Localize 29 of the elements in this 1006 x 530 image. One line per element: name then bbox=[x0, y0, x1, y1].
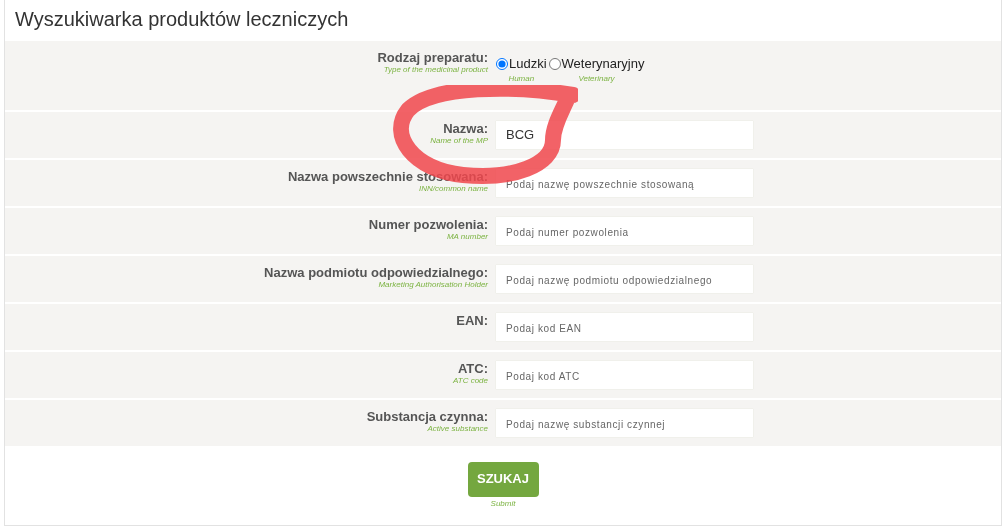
radio-button[interactable] bbox=[496, 57, 508, 70]
field-label: EAN: bbox=[455, 312, 488, 328]
field-hint: Marketing Authorisation Holder bbox=[378, 279, 488, 290]
radio-button[interactable] bbox=[548, 57, 561, 70]
field-hint: Name of the MP bbox=[429, 135, 488, 146]
field-label: Numer pozwolenia: bbox=[367, 216, 488, 232]
input-field[interactable]: Podaj nazwę powszechnie stosowaną bbox=[496, 168, 753, 197]
radio-label[interactable]: Weterynaryjny bbox=[561, 54, 645, 74]
button-hint: Submit bbox=[490, 498, 516, 509]
field-hint: ATC code bbox=[452, 375, 488, 386]
field-label: Nazwa podmiotu odpowiedzialnego: bbox=[263, 264, 488, 280]
input-field[interactable]: BCG bbox=[496, 120, 753, 149]
input-field[interactable]: Podaj nazwę substancji czynnej bbox=[496, 408, 753, 437]
input-field[interactable]: Podaj nazwę podmiotu odpowiedzialnego bbox=[496, 264, 753, 293]
input-field[interactable]: Podaj numer pozwolenia bbox=[496, 216, 753, 245]
field-hint: Type of the medicinal product bbox=[382, 65, 488, 75]
input-field[interactable]: Podaj kod ATC bbox=[496, 360, 753, 389]
field-label: ATC: bbox=[456, 360, 488, 376]
field-label: Rodzaj preparatu: bbox=[376, 50, 488, 65]
field-label: Nazwa: bbox=[442, 120, 488, 136]
field-label: Substancja czynna: bbox=[365, 408, 488, 424]
option-hint: Human bbox=[508, 73, 535, 84]
field-hint: INN/common name bbox=[418, 183, 488, 194]
radio-label[interactable]: Ludzki bbox=[509, 54, 547, 74]
option-hint: Veterinary bbox=[578, 73, 615, 84]
field-hint: Active substance bbox=[426, 423, 488, 434]
page-title: Wyszukiwarka produktów leczniczych bbox=[14, 7, 350, 32]
input-field[interactable]: Podaj kod EAN bbox=[496, 312, 753, 341]
field-hint: MA number bbox=[446, 231, 488, 242]
